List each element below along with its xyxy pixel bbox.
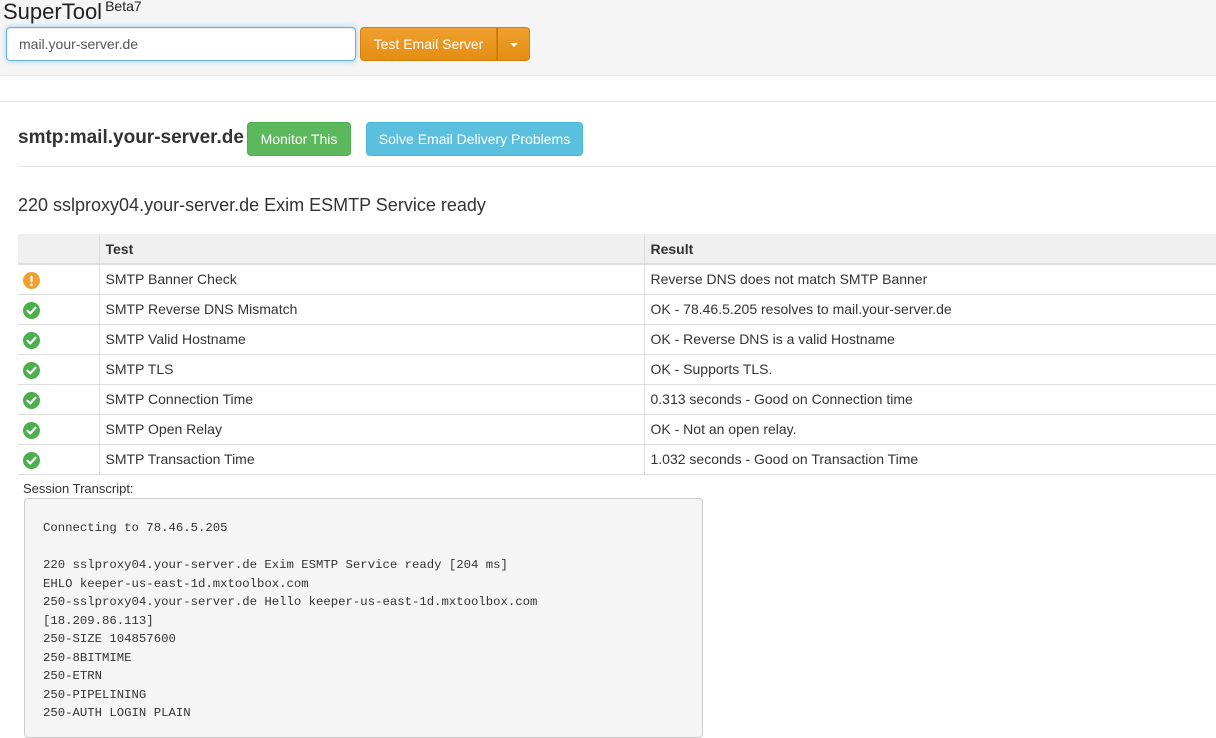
- check-circle-icon: [23, 451, 40, 469]
- column-header-status: [18, 234, 99, 265]
- caret-down-icon: [509, 43, 518, 48]
- table-row[interactable]: SMTP Transaction Time 1.032 seconds - Goo…: [18, 444, 1216, 475]
- results-table: Test Result SMTP Banner Check Reverse DNS…: [18, 234, 1216, 475]
- transcript-line: Connecting to 78.46.5.205: [43, 521, 228, 535]
- transcript-line: 220 sslproxy04.your-server.de Exim ESMTP…: [43, 558, 508, 572]
- table-row[interactable]: SMTP Connection Time 0.313 seconds - Good…: [18, 384, 1216, 415]
- brand-name: SuperTool: [3, 0, 103, 24]
- status-cell: [18, 384, 99, 415]
- result-title: smtp:mail.your-server.de: [18, 127, 244, 148]
- results-table-body: SMTP Banner Check Reverse DNS does not ma…: [18, 264, 1216, 475]
- status-cell: [18, 354, 99, 385]
- test-name-cell: SMTP Open Relay: [98, 414, 644, 445]
- status-cell: [18, 294, 99, 325]
- status-cell: [18, 414, 99, 445]
- transcript-line: EHLO keeper-us-east-1d.mxtoolbox.com: [43, 576, 309, 591]
- check-circle-icon: [23, 301, 40, 319]
- check-circle-icon: [23, 391, 40, 409]
- result-cell: OK - Not an open relay.: [643, 414, 1216, 445]
- test-name-cell: SMTP Banner Check: [98, 264, 644, 295]
- divider: [18, 166, 1216, 167]
- status-cell: [18, 324, 99, 355]
- check-circle-icon: [23, 331, 40, 349]
- test-name-cell: SMTP Valid Hostname: [98, 324, 644, 355]
- test-email-server-button[interactable]: Test Email Server: [360, 27, 497, 61]
- exclamation-circle-icon: [23, 272, 40, 290]
- result-cell: 1.032 seconds - Good on Transaction Time: [643, 444, 1216, 475]
- top-header: SuperToolBeta7 Test Email Server: [0, 0, 1216, 76]
- test-name-cell: SMTP Connection Time: [98, 384, 644, 415]
- transcript-line: 250-PIPELINING: [43, 687, 147, 702]
- transcript-line: 250-sslproxy04.your-server.de Hello keep…: [43, 595, 538, 609]
- transcript-line: 250-8BITMIME: [43, 650, 132, 665]
- status-cell: [18, 444, 99, 475]
- smtp-banner: 220 sslproxy04.your-server.de Exim ESMTP…: [18, 195, 486, 215]
- table-header-row: Test Result: [18, 234, 1216, 265]
- brand-logo[interactable]: SuperTool Beta7: [3, 0, 142, 26]
- table-row[interactable]: SMTP Open Relay OK - Not an open relay.: [18, 414, 1216, 445]
- check-circle-icon: [23, 421, 40, 439]
- test-button-group: Test Email Server: [360, 27, 530, 61]
- transcript-line: [18.209.86.113]: [43, 613, 154, 628]
- result-cell: 0.313 seconds - Good on Connection time: [643, 384, 1216, 415]
- transcript-line: 250-SIZE 104857600: [43, 632, 176, 646]
- monitor-this-button[interactable]: Monitor This: [247, 122, 351, 156]
- transcript-line: 250-AUTH LOGIN PLAIN: [43, 706, 191, 720]
- solve-delivery-problems-button[interactable]: Solve Email Delivery Problems: [366, 122, 583, 156]
- table-row[interactable]: SMTP Banner Check Reverse DNS does not ma…: [18, 264, 1216, 295]
- session-transcript[interactable]: Connecting to 78.46.5.205 220 sslproxy04.…: [24, 498, 703, 738]
- table-row[interactable]: SMTP TLS OK - Supports TLS.: [18, 354, 1216, 385]
- transcript-line: [43, 538, 684, 557]
- test-name-cell: SMTP TLS: [98, 354, 644, 385]
- table-row[interactable]: SMTP Reverse DNS Mismatch OK - 78.46.5.20…: [18, 294, 1216, 325]
- result-cell: OK - Supports TLS.: [643, 354, 1216, 385]
- divider: [0, 101, 1216, 102]
- status-cell: [18, 264, 99, 295]
- test-options-dropdown-button[interactable]: [497, 27, 530, 61]
- transcript-label: Session Transcript:: [23, 481, 134, 496]
- test-name-cell: SMTP Transaction Time: [98, 444, 644, 475]
- result-cell: OK - 78.46.5.205 resolves to mail.your-s…: [643, 294, 1216, 325]
- test-name-cell: SMTP Reverse DNS Mismatch: [98, 294, 644, 325]
- check-circle-icon: [23, 361, 40, 379]
- column-header-result: Result: [643, 234, 1216, 265]
- result-cell: Reverse DNS does not match SMTP Banner: [643, 264, 1216, 295]
- brand-version: Beta7: [105, 0, 142, 14]
- table-row[interactable]: SMTP Valid Hostname OK - Reverse DNS is a…: [18, 324, 1216, 355]
- server-input[interactable]: [6, 27, 356, 61]
- transcript-line: 250-ETRN: [43, 669, 103, 683]
- result-cell: OK - Reverse DNS is a valid Hostname: [643, 324, 1216, 355]
- column-header-test: Test: [98, 234, 644, 265]
